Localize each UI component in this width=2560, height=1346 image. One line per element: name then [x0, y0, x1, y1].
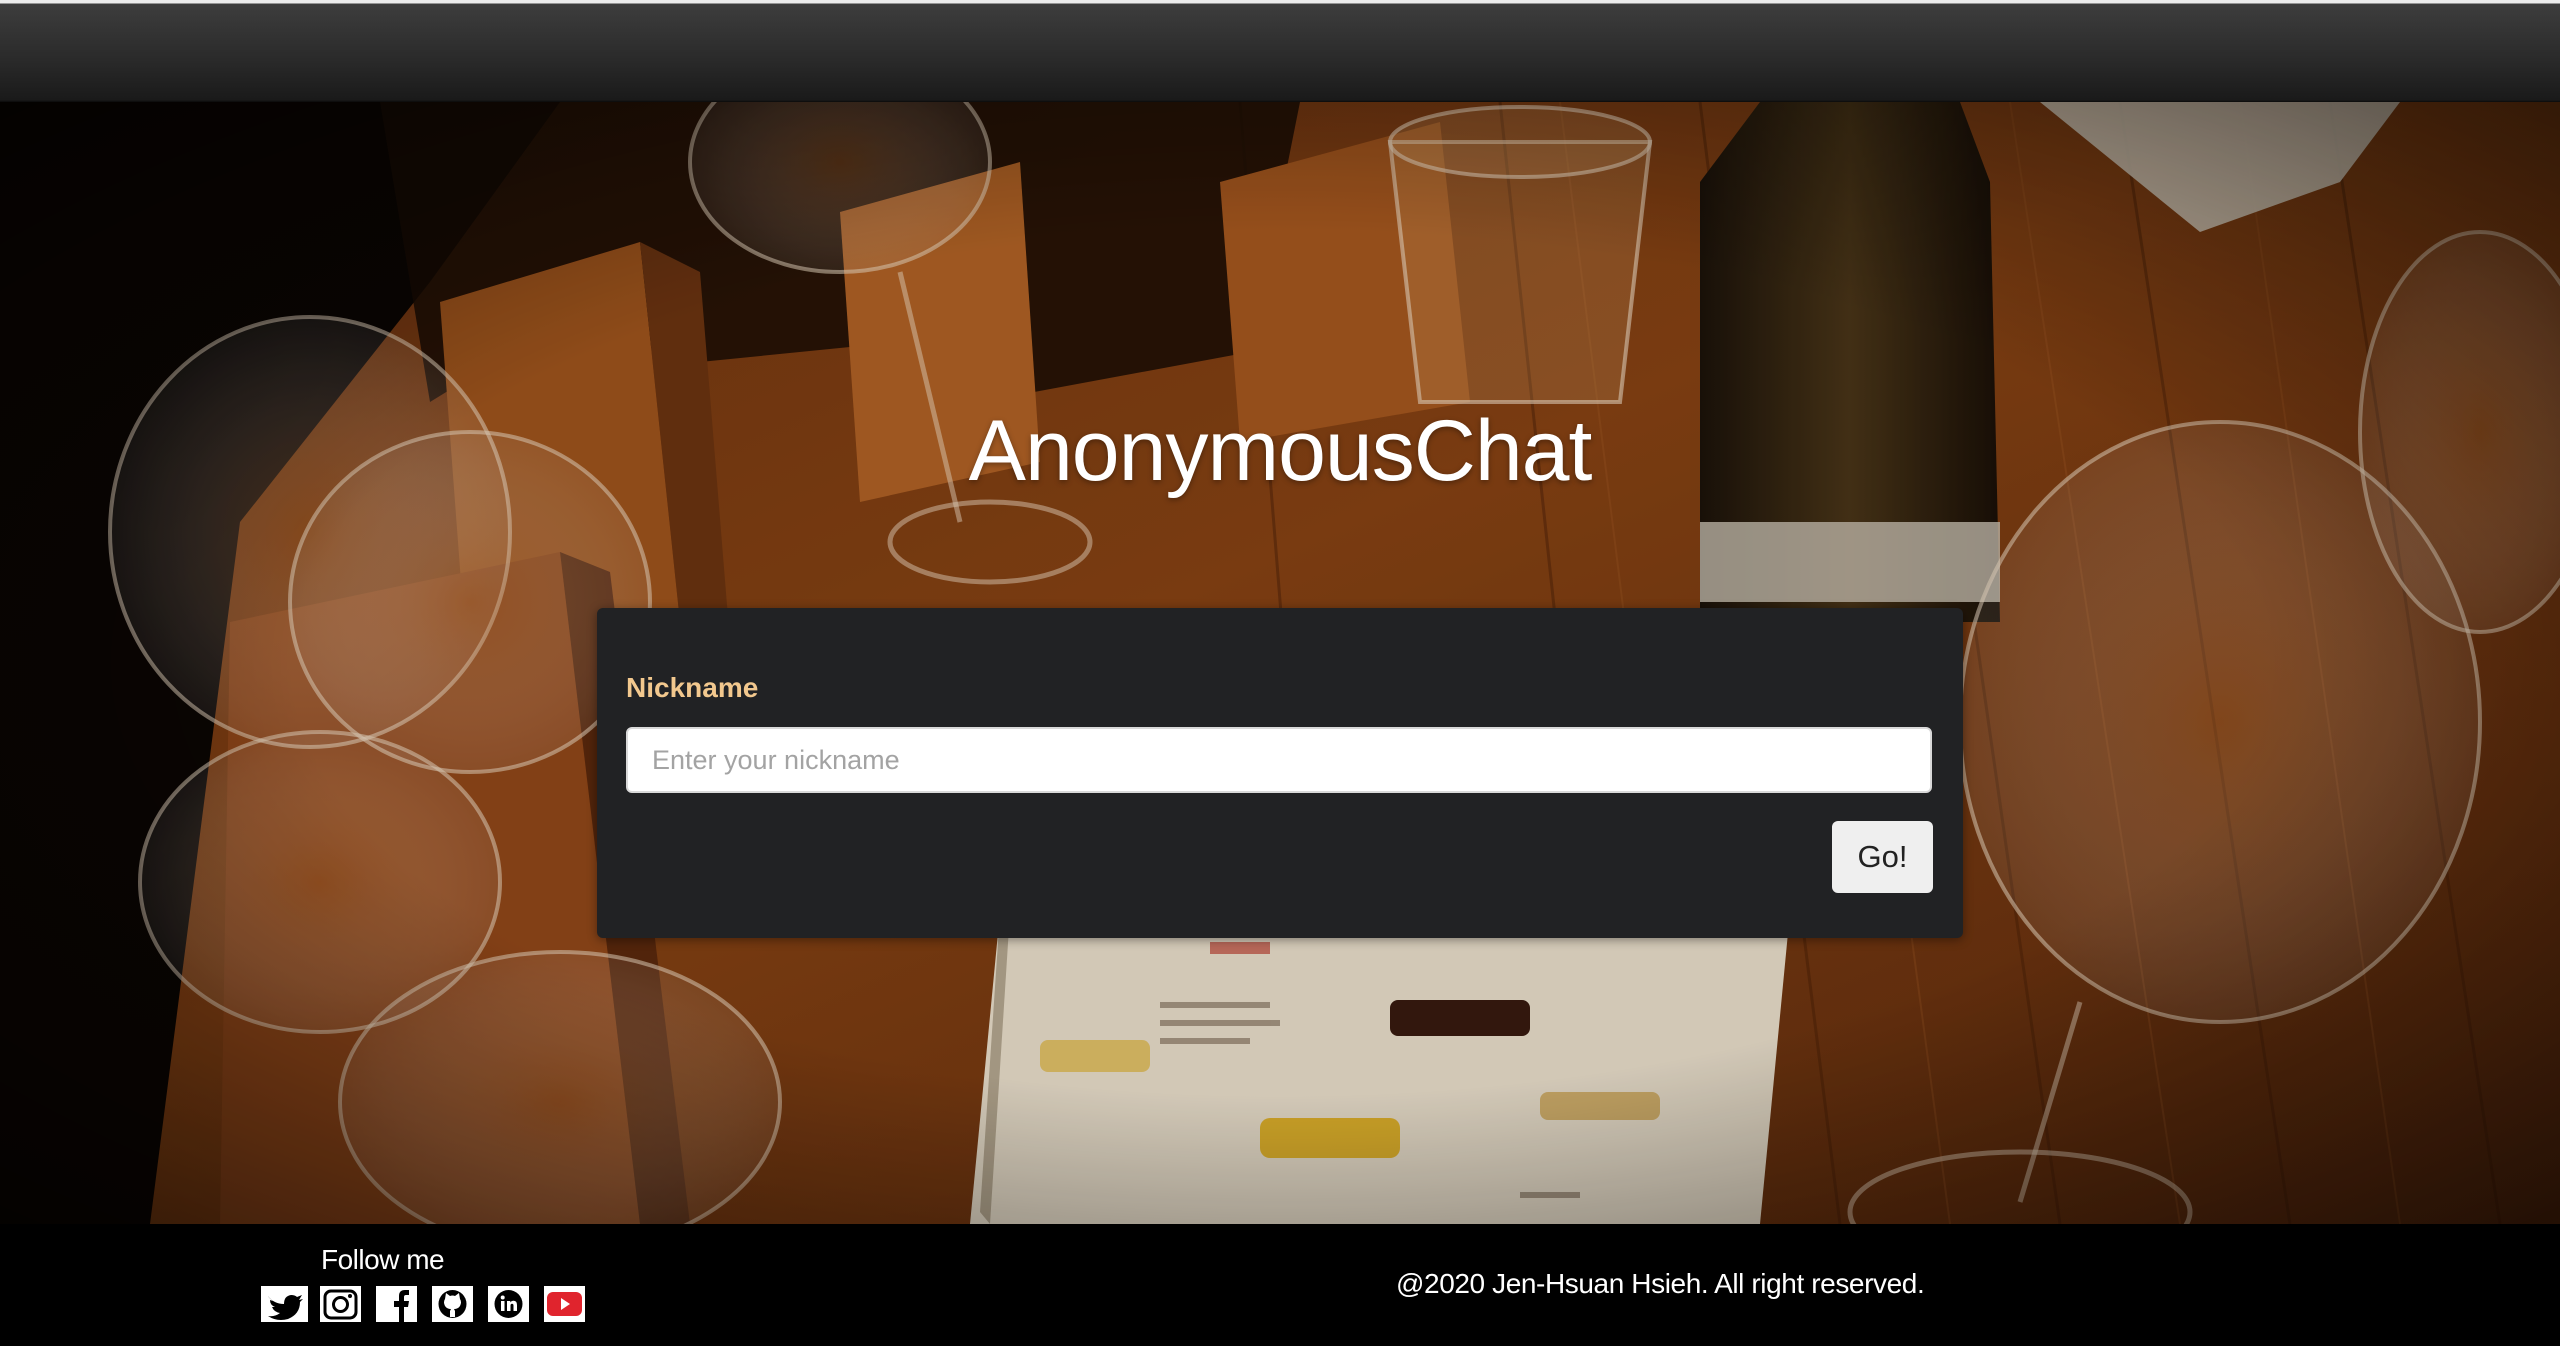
- footer: Follow me @2020 Jen-Hsuan Hsieh. All rig…: [0, 1224, 2560, 1346]
- copyright-text: @2020 Jen-Hsuan Hsieh. All right reserve…: [1396, 1268, 1925, 1299]
- nickname-label: Nickname: [626, 672, 759, 703]
- youtube-icon[interactable]: [540, 1284, 589, 1324]
- twitter-icon[interactable]: [260, 1284, 309, 1324]
- linkedin-icon[interactable]: [484, 1284, 533, 1324]
- hero-section: AnonymousChat Nickname Go!: [0, 102, 2560, 1224]
- go-button[interactable]: Go!: [1832, 821, 1933, 893]
- nickname-form-card: Nickname Go!: [597, 608, 1963, 938]
- facebook-icon[interactable]: [372, 1284, 421, 1324]
- github-icon[interactable]: [428, 1284, 477, 1324]
- page-title: AnonymousChat: [968, 403, 1593, 499]
- instagram-icon[interactable]: [316, 1284, 365, 1324]
- nickname-input[interactable]: [626, 727, 1932, 793]
- social-links: [260, 1284, 589, 1324]
- top-navbar: [0, 0, 2560, 102]
- follow-me-label: Follow me: [321, 1244, 445, 1275]
